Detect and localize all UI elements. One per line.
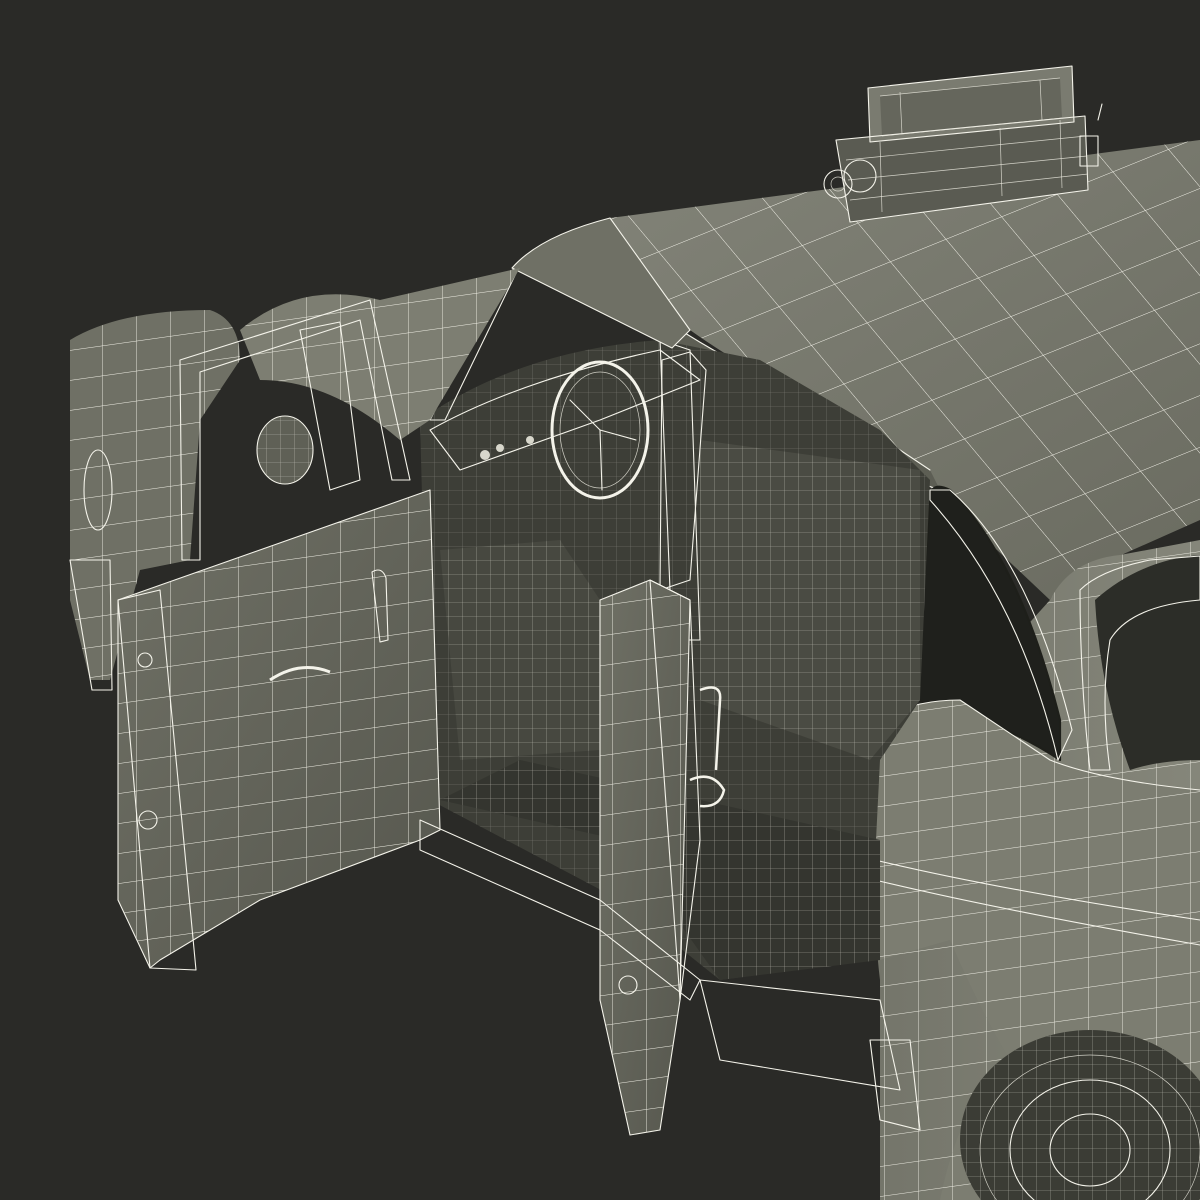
render-viewport (0, 0, 1200, 1200)
taxi-wireframe-render (69, 65, 1200, 1200)
